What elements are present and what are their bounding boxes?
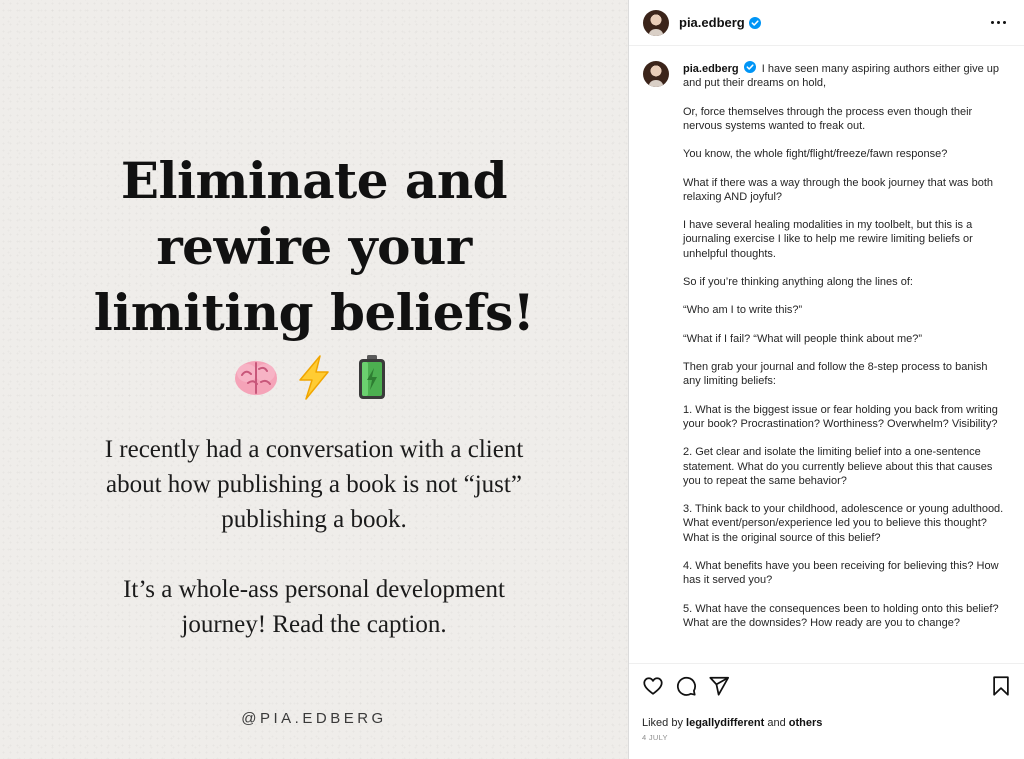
verified-badge-icon [748, 16, 761, 29]
image-text-line: journey! Read the caption. [181, 611, 447, 638]
post-date[interactable]: 4 JULY [642, 733, 1012, 742]
verified-badge-icon [743, 61, 756, 73]
image-body-text: I recently had a conversation with a cli… [0, 432, 628, 642]
caption-paragraph: 4. What benefits have you been receiving… [683, 559, 999, 587]
emoji-row [0, 350, 628, 404]
caption-username[interactable]: pia.edberg [683, 63, 739, 75]
caption-paragraph: “Who am I to write this?” [683, 304, 803, 317]
caption-area[interactable]: pia.edberg I have seen many aspiring aut… [629, 47, 1024, 663]
headline-line-3: limiting beliefs! [93, 283, 535, 342]
headline-line-2: rewire your [156, 217, 472, 276]
post-image: Eliminate and rewire your limiting belie… [0, 0, 628, 759]
dot-icon [997, 21, 1000, 24]
action-icons-row [642, 674, 1012, 698]
image-handle: @PIA.EDBERG [241, 710, 387, 727]
lightning-icon [299, 355, 329, 400]
post-header: pia.edberg [629, 0, 1024, 46]
liked-by-user-link[interactable]: legallydifferent [686, 717, 764, 729]
image-text-line: I recently had a conversation with a cli… [104, 436, 524, 463]
caption-paragraph: You know, the whole fight/flight/freeze/… [683, 148, 948, 161]
caption-paragraph: 2. Get clear and isolate the limiting be… [683, 446, 993, 487]
caption-paragraph: So if you’re thinking anything along the… [683, 275, 913, 288]
caption-paragraph: Then grab your journal and follow the 8-… [683, 361, 988, 388]
caption-paragraph: 1. What is the biggest issue or fear hol… [683, 403, 998, 430]
image-text-line: about how publishing a book is not “just… [106, 471, 522, 498]
likes-others-link[interactable]: others [789, 717, 823, 729]
likes-summary: Liked by legallydifferent and others [642, 717, 1012, 729]
caption-paragraph: Or, force themselves through the process… [683, 105, 973, 132]
caption-paragraph: I have several healing modalities in my … [683, 219, 973, 260]
post-side-panel: pia.edberg pia.edberg I have seen many a… [628, 0, 1024, 759]
caption-avatar[interactable] [643, 61, 669, 87]
share-icon[interactable] [708, 675, 730, 697]
caption-paragraph: “What if I fail? “What will people think… [683, 332, 923, 345]
dot-icon [991, 21, 994, 24]
header-username[interactable]: pia.edberg [679, 15, 745, 30]
caption-paragraph: 3. Think back to your childhood, adolesc… [683, 503, 1004, 544]
caption-paragraph: What if there was a way through the book… [683, 176, 994, 203]
caption-row: pia.edberg I have seen many aspiring aut… [643, 61, 1011, 644]
image-text-line: It’s a whole-ass personal development [123, 576, 505, 603]
image-text-line: publishing a book. [221, 506, 407, 533]
battery-icon [359, 355, 385, 399]
likes-and: and [764, 717, 789, 729]
brain-icon [235, 361, 277, 395]
likes-prefix: Liked by [642, 717, 687, 729]
dot-icon [1003, 21, 1006, 24]
headline: Eliminate and rewire your limiting belie… [0, 148, 628, 346]
caption-paragraph: 5. What have the consequences been to ho… [683, 602, 999, 629]
bookmark-icon[interactable] [990, 675, 1012, 697]
heart-icon[interactable] [642, 675, 664, 697]
comment-icon[interactable] [675, 675, 697, 697]
caption-first-paragraph: pia.edberg I have seen many aspiring aut… [683, 61, 1008, 90]
post-actions: Liked by legallydifferent and others 4 J… [629, 663, 1024, 759]
more-options-button[interactable] [987, 17, 1010, 28]
avatar[interactable] [643, 9, 669, 36]
caption-text: pia.edberg I have seen many aspiring aut… [683, 61, 1008, 644]
headline-line-1: Eliminate and [120, 151, 508, 210]
